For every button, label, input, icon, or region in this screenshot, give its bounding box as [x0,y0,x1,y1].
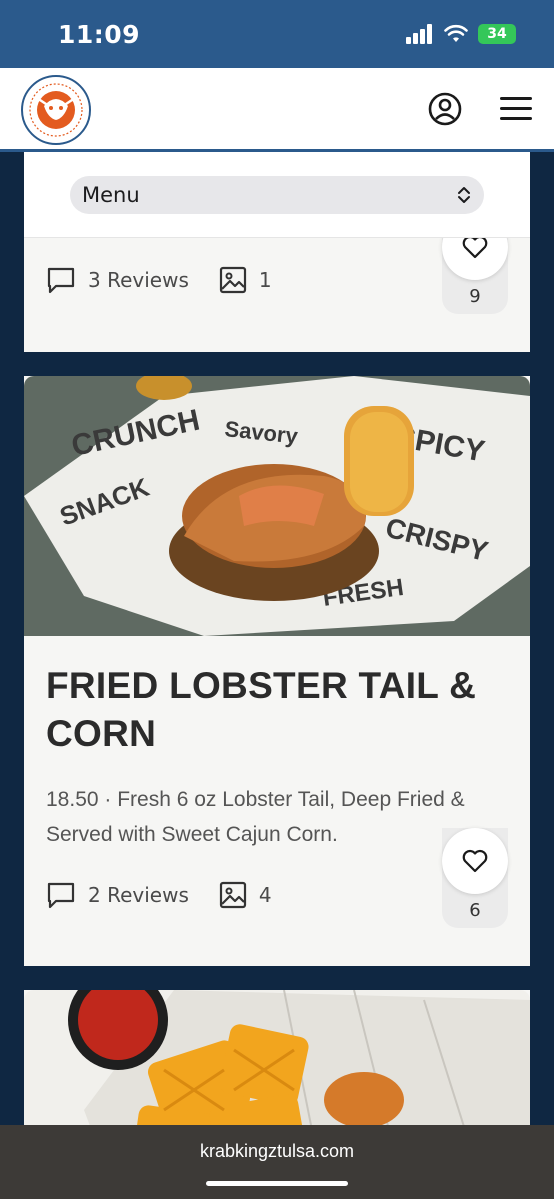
image-icon [219,266,246,294]
menu-select[interactable]: Menu [70,176,484,214]
home-indicator [206,1181,348,1186]
menu-item-card: 9 Menu 3 Reviews 1 [24,152,530,352]
item-description: 18.50 · Fresh 6 oz Lobster Tail, Deep Fr… [46,788,465,846]
signal-icon [406,24,432,44]
status-icons: 34 [406,24,516,44]
photos-link[interactable]: 4 [219,881,272,909]
menu-content[interactable]: 9 Menu 3 Reviews 1 CRUNCH SPICY SNACK CR… [0,152,554,1125]
hamburger-icon[interactable] [500,96,532,122]
photos-count: 4 [258,883,272,907]
like-count: 9 [469,286,481,307]
heart-icon [462,235,488,259]
status-bar: 11:09 34 [0,0,554,68]
status-time: 11:09 [58,20,141,49]
photos-link[interactable]: 1 [219,266,272,294]
image-icon [219,881,246,909]
like-button[interactable] [442,828,508,894]
menu-select-bar: Menu [24,152,530,238]
menu-select-label: Menu [82,183,140,207]
like-count: 6 [469,900,481,921]
comment-icon [47,267,75,294]
battery-icon: 34 [478,24,516,44]
item-photo[interactable] [24,990,530,1125]
reviews-count: 2 Reviews [88,883,189,907]
reviews-link[interactable]: 2 Reviews [46,881,189,909]
reviews-count: 3 Reviews [88,268,189,292]
wifi-icon [444,24,468,42]
menu-item-card: CRUNCH SPICY SNACK CRISPY Savory FRESH F… [24,376,530,966]
menu-item-card [24,990,530,1125]
chevron-updown-icon [458,187,470,203]
photos-count: 1 [258,268,272,292]
item-title: FRIED LOBSTER TAIL & CORN [46,665,477,754]
heart-icon [462,849,488,873]
crab-catfish-logo[interactable] [20,74,92,146]
battery-level: 34 [487,26,507,42]
browser-url-bar[interactable]: krabkingztulsa.com [0,1125,554,1199]
comment-icon [47,882,75,909]
like-box: 6 [442,828,508,928]
site-header [0,68,554,152]
url-text[interactable]: krabkingztulsa.com [0,1141,554,1162]
user-circle-icon[interactable] [428,92,462,126]
item-meta: 3 Reviews 1 [46,266,302,294]
reviews-link[interactable]: 3 Reviews [46,266,189,294]
item-photo[interactable]: CRUNCH SPICY SNACK CRISPY Savory FRESH [24,376,530,636]
item-meta: 2 Reviews 4 [46,881,302,909]
